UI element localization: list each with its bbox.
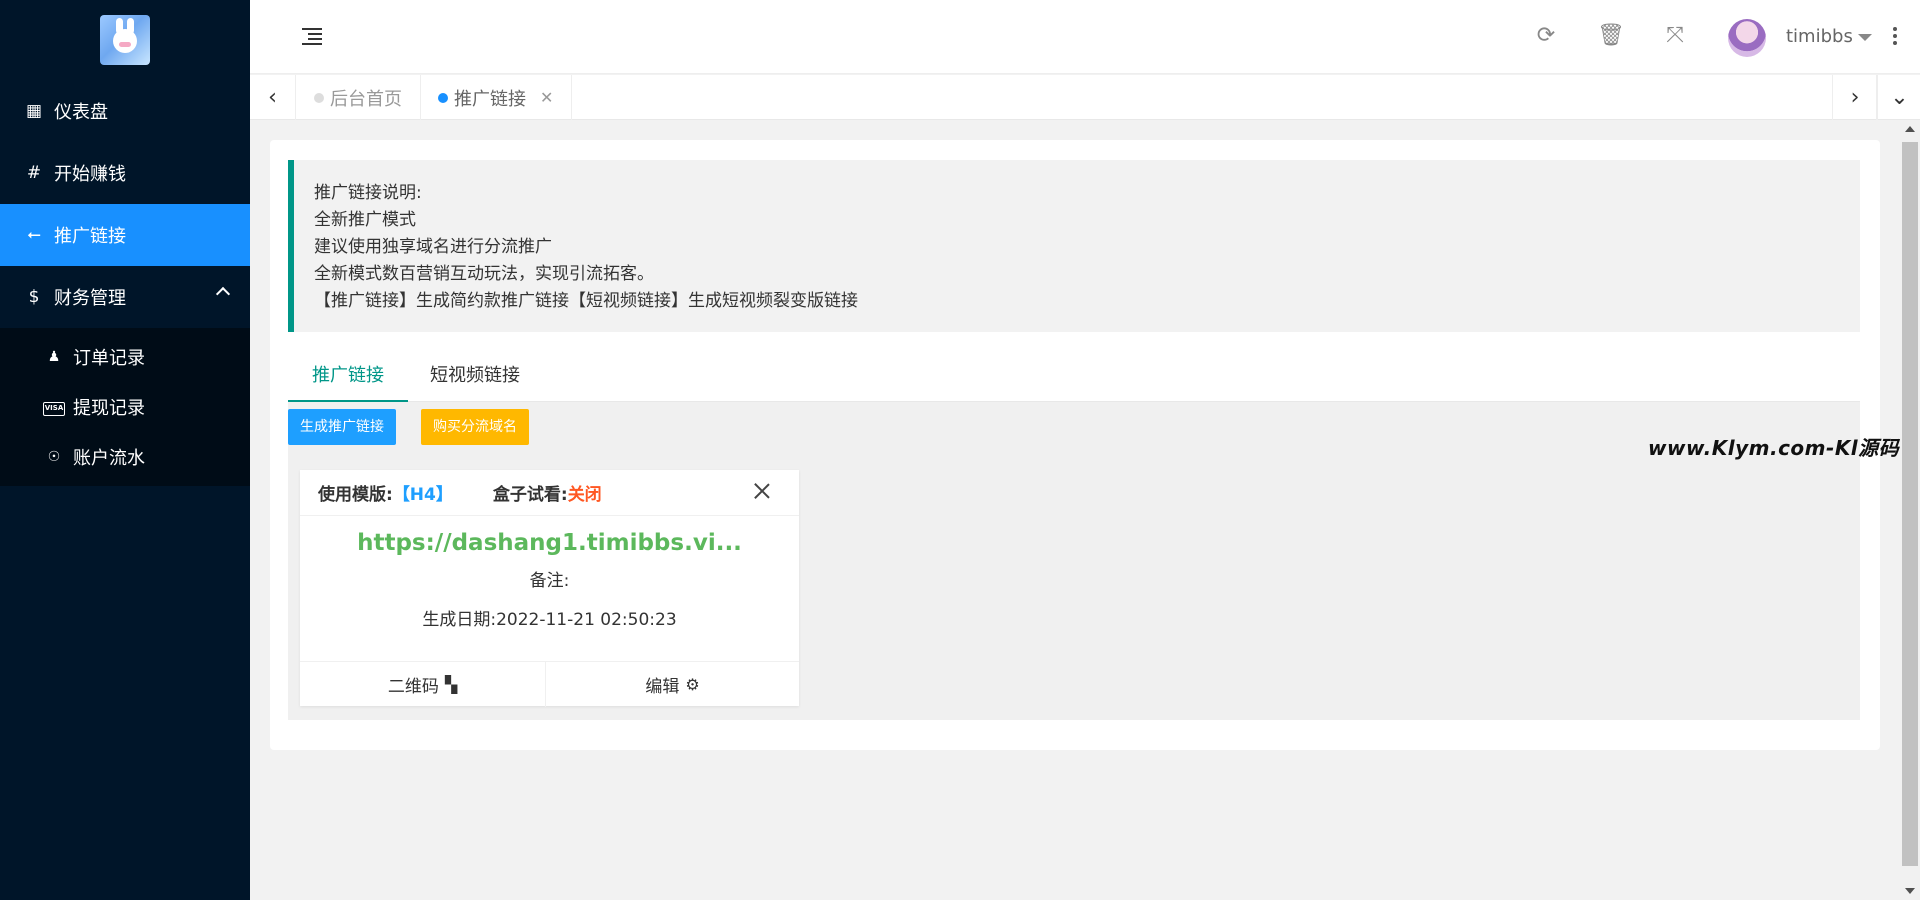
page-tabs-bar: ‹ 后台首页 推广链接 ✕ › ⌄ [250, 75, 1920, 120]
watermark-text: www.Klym.com-Kl源码 [1648, 436, 1900, 460]
gear-icon: ⚙ [685, 675, 700, 694]
menu-toggle-icon[interactable] [302, 28, 322, 45]
notice-box: 推广链接说明: 全新推广模式 建议使用独享域名进行分流推广 全新模式数百营销互动… [288, 160, 1860, 332]
avatar[interactable] [1728, 19, 1766, 57]
notice-line: 全新推广模式 [314, 210, 416, 230]
scroll-up-icon[interactable] [1905, 126, 1915, 132]
generate-link-button[interactable]: 生成推广链接 [288, 409, 396, 445]
tab-dot [438, 92, 448, 103]
tabs-next-icon[interactable]: › [1832, 75, 1878, 120]
sidebar-item-label: 提现记录 [73, 398, 145, 419]
caret-down-icon[interactable] [1858, 34, 1872, 41]
tab-panel: 生成推广链接 购买分流域名 使用模版: 【H4】 盒子试看: 关闭 https:… [288, 402, 1860, 720]
top-header: ⟳ 🗑 ⤧ timibbs [250, 0, 1920, 74]
sidebar-item-label: 仪表盘 [54, 102, 108, 123]
link-card-footer: 二维码 ▚ 编辑 ⚙ [300, 661, 799, 707]
user-icon: ♟ [47, 349, 61, 365]
sidebar-item-start-earning[interactable]: # 开始赚钱 [0, 142, 250, 204]
notice-line: 【推广链接】生成简约款推广链接【短视频链接】生成短视频裂变版链接 [314, 291, 858, 311]
fullscreen-icon[interactable]: ⤧ [1661, 22, 1689, 50]
sidebar-item-label: 开始赚钱 [54, 164, 126, 185]
hash-icon: # [26, 163, 42, 183]
username[interactable]: timibbs [1786, 26, 1853, 47]
tabs-dropdown-icon[interactable]: ⌄ [1876, 75, 1920, 120]
created-date: 生成日期:2022-11-21 02:50:23 [422, 610, 677, 630]
template-value: 【H4】 [392, 485, 453, 505]
bunny-logo-icon [100, 15, 150, 65]
refresh-icon[interactable]: ⟳ [1532, 22, 1560, 50]
accessibility-icon: ☉ [47, 449, 61, 465]
sidebar-item-label: 订单记录 [73, 348, 145, 369]
link-card: 使用模版: 【H4】 盒子试看: 关闭 https://dashang1.tim… [300, 470, 799, 707]
usb-icon: ⭠ [27, 225, 41, 245]
qr-code-label: 二维码 [387, 677, 439, 697]
sidebar-item-label: 财务管理 [54, 288, 126, 309]
more-icon[interactable] [1893, 27, 1897, 48]
logo[interactable] [0, 0, 250, 80]
tab-promo-links[interactable]: 推广链接 [288, 350, 408, 402]
qr-code-button[interactable]: 二维码 ▚ [300, 662, 546, 707]
tab-short-video-links[interactable]: 短视频链接 [406, 350, 544, 402]
close-tab-icon[interactable]: ✕ [540, 88, 553, 107]
promo-url-link[interactable]: https://dashang1.timibbs.vi... [300, 530, 799, 556]
visa-icon: VISA [43, 398, 65, 416]
vertical-scrollbar[interactable] [1900, 120, 1920, 900]
dollar-icon: $ [28, 287, 40, 307]
link-type-tabs: 推广链接 短视频链接 [288, 350, 1860, 402]
edit-button[interactable]: 编辑 ⚙ [546, 662, 799, 707]
sidebar: ▦ 仪表盘 # 开始赚钱 ⭠ 推广链接 $ 财务管理 ♟ 订单记录 VISA 提… [0, 0, 250, 900]
sidebar-item-label: 账户流水 [73, 448, 145, 469]
notice-line: 建议使用独享域名进行分流推广 [314, 237, 552, 257]
sidebar-item-withdrawals[interactable]: VISA 提现记录 [0, 382, 250, 432]
scroll-thumb[interactable] [1902, 142, 1918, 866]
page-tab-label: 推广链接 [454, 88, 526, 110]
building-icon: ▦ [25, 101, 43, 121]
qr-code-icon: ▚ [444, 675, 458, 694]
trash-icon[interactable]: 🗑 [1597, 22, 1625, 50]
tab-dot [314, 92, 324, 103]
template-label: 使用模版: [318, 485, 393, 505]
close-icon[interactable] [753, 482, 771, 500]
link-card-header: 使用模版: 【H4】 盒子试看: 关闭 [300, 470, 799, 516]
note-text: 备注: [529, 571, 570, 591]
sidebar-item-label: 推广链接 [54, 226, 126, 247]
chevron-up-icon [215, 286, 231, 302]
notice-line: 全新模式数百营销互动玩法，实现引流拓客。 [314, 264, 654, 284]
buy-domain-button[interactable]: 购买分流域名 [421, 409, 529, 445]
sidebar-item-finance[interactable]: $ 财务管理 [0, 266, 250, 328]
scroll-down-icon[interactable] [1905, 888, 1915, 894]
page-tab-home[interactable]: 后台首页 [296, 75, 421, 120]
sidebar-item-account-flow[interactable]: ☉ 账户流水 [0, 432, 250, 482]
sidebar-item-dashboard[interactable]: ▦ 仪表盘 [0, 80, 250, 142]
page-tab-label: 后台首页 [330, 88, 402, 110]
box-preview-status: 关闭 [567, 485, 602, 505]
content-card: 推广链接说明: 全新推广模式 建议使用独享域名进行分流推广 全新模式数百营销互动… [270, 140, 1880, 750]
finance-submenu: ♟ 订单记录 VISA 提现记录 ☉ 账户流水 [0, 328, 250, 486]
sidebar-item-promo-links[interactable]: ⭠ 推广链接 [0, 204, 250, 266]
sidebar-item-orders[interactable]: ♟ 订单记录 [0, 332, 250, 382]
notice-line: 推广链接说明: [314, 183, 422, 203]
tabs-prev-icon[interactable]: ‹ [250, 75, 296, 120]
box-preview-label: 盒子试看: [492, 485, 568, 505]
page-tab-promo-links[interactable]: 推广链接 ✕ [420, 75, 573, 120]
edit-label: 编辑 [645, 677, 680, 697]
